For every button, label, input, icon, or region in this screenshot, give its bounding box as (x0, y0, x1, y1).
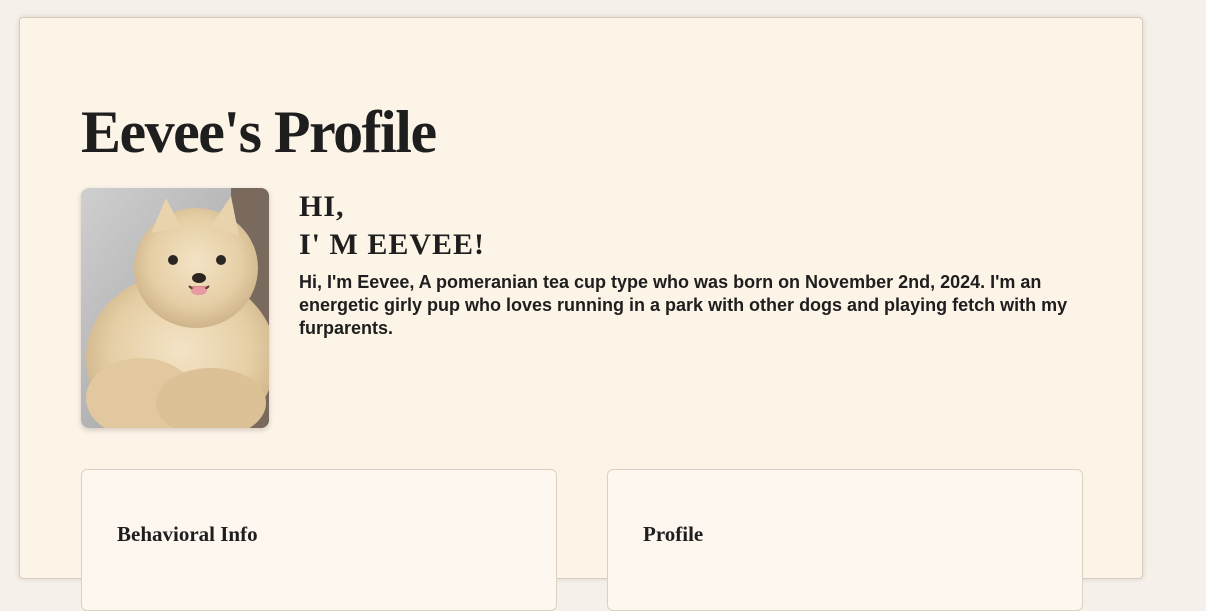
page-title: Eevee's Profile (81, 99, 437, 165)
greeting-heading: HI, I' M EEVEE! (299, 188, 1099, 264)
greeting-line-1: HI, (299, 190, 345, 223)
behavioral-info-panel: Behavioral Info (81, 469, 557, 611)
profile-panel: Profile (607, 469, 1083, 611)
pet-photo (81, 188, 269, 428)
bio-text: Hi, I'm Eevee, A pomeranian tea cup type… (299, 272, 1068, 338)
behavioral-info-heading: Behavioral Info (117, 522, 258, 546)
intro-section: HI, I' M EEVEE! Hi, I'm Eevee, A pomeran… (299, 188, 1099, 340)
profile-heading: Profile (643, 522, 704, 546)
profile-card: Eevee's Profile HI, I' M EEVEE! Hi, I'm … (19, 17, 1143, 611)
greeting-line-2: I' M EEVEE! (299, 228, 486, 261)
